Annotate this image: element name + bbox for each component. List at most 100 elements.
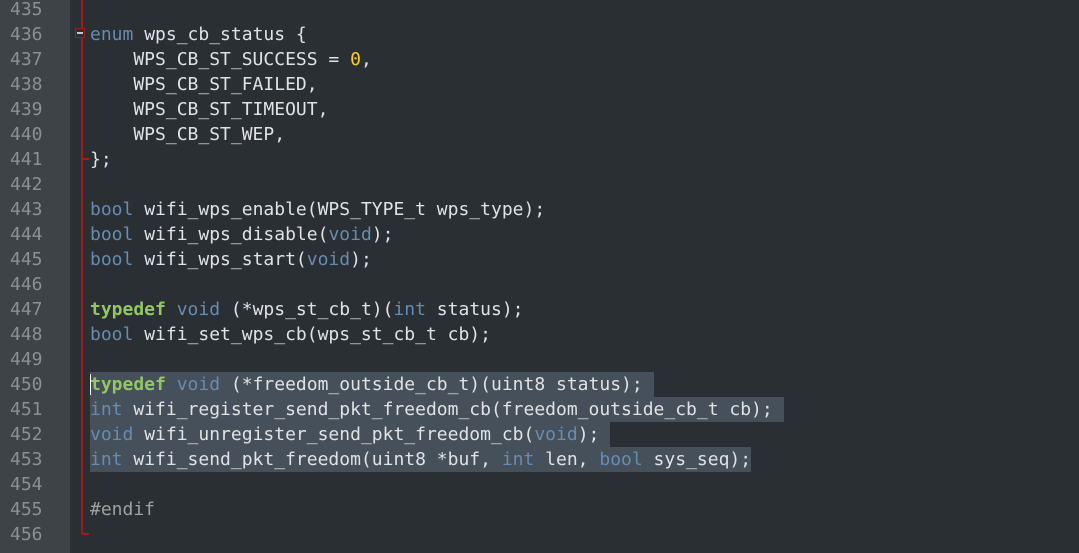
line-number: 455 (10, 499, 43, 520)
line-number: 449 (10, 349, 43, 370)
code-line[interactable]: 436 enum wps_cb_status { (0, 22, 1079, 47)
keyword-token: bool (90, 249, 134, 270)
line-number: 437 (10, 49, 43, 70)
keyword-token: bool (90, 224, 134, 245)
line-number: 438 (10, 74, 43, 95)
selected-code-text[interactable]: void wifi_unregister_send_pkt_freedom_cb… (90, 422, 611, 447)
line-number: 454 (10, 474, 43, 495)
line-number: 448 (10, 324, 43, 345)
code-token: WPS_CB_ST_SUCCESS = (90, 49, 351, 70)
code-line[interactable]: 452 void wifi_unregister_send_pkt_freedom… (0, 422, 1079, 447)
code-text[interactable]: }; (90, 147, 112, 172)
code-text[interactable]: bool wifi_wps_disable(void); (90, 222, 393, 247)
preprocessor-token: #endif (90, 499, 156, 520)
code-line[interactable]: 441}; (0, 147, 1079, 172)
code-line[interactable]: 453 int wifi_send_pkt_freedom(uint8 *buf,… (0, 447, 1079, 472)
code-line[interactable]: 456 (0, 522, 1079, 547)
keyword-token: int (393, 299, 426, 320)
code-line[interactable]: 445 bool wifi_wps_start(void); (0, 247, 1079, 272)
code-text[interactable]: bool wifi_wps_start(void); (90, 247, 372, 272)
selected-code-text[interactable]: int wifi_register_send_pkt_freedom_cb(fr… (90, 397, 784, 422)
code-line[interactable]: 451 int wifi_register_send_pkt_freedom_cb… (0, 397, 1079, 422)
code-text[interactable]: WPS_CB_ST_SUCCESS = 0, (90, 47, 372, 72)
code-editor[interactable]: 435 436 enum wps_cb_status {437 WPS_CB_ST_… (0, 0, 1079, 553)
line-number: 439 (10, 99, 43, 120)
code-text[interactable]: bool wifi_wps_enable(WPS_TYPE_t wps_type… (90, 197, 545, 222)
code-text[interactable]: enum wps_cb_status { (90, 22, 307, 47)
line-number: 446 (10, 274, 43, 295)
selected-code-text[interactable]: int wifi_send_pkt_freedom(uint8 *buf, in… (90, 447, 752, 472)
code-text[interactable]: WPS_CB_ST_FAILED, (90, 72, 318, 97)
line-number: 440 (10, 124, 43, 145)
line-number: 452 (10, 424, 43, 445)
code-token: wifi_wps_enable(WPS_TYPE_t wps_type); (133, 199, 546, 220)
code-line[interactable]: 437 WPS_CB_ST_SUCCESS = 0, (0, 47, 1079, 72)
code-token: sys_seq); (642, 449, 752, 470)
code-lines[interactable]: 435 436 enum wps_cb_status {437 WPS_CB_ST_… (0, 0, 1079, 547)
keyword-token: void (306, 249, 351, 270)
line-number: 447 (10, 299, 43, 320)
keyword-token: int (501, 449, 535, 470)
code-line[interactable]: 439 WPS_CB_ST_TIMEOUT, (0, 97, 1079, 122)
keyword-token: bool (90, 199, 134, 220)
code-token: ); (371, 224, 394, 245)
keyword-token: typedef (90, 374, 166, 395)
code-token: , (360, 49, 372, 70)
code-line[interactable]: 455 #endif (0, 497, 1079, 522)
code-token: ); (350, 249, 372, 270)
code-line[interactable]: 444 bool wifi_wps_disable(void); (0, 222, 1079, 247)
code-text[interactable]: WPS_CB_ST_TIMEOUT, (90, 97, 328, 122)
code-text[interactable]: bool wifi_set_wps_cb(wps_st_cb_t cb); (90, 322, 491, 347)
keyword-token: int (90, 399, 123, 420)
code-token: (*freedom_outside_cb_t)(uint8 status); (220, 374, 654, 395)
code-line[interactable]: 435 (0, 0, 1079, 22)
line-number: 436 (10, 24, 43, 45)
code-text[interactable]: #endif (90, 497, 155, 522)
code-token: wifi_send_pkt_freedom(uint8 *buf, (122, 449, 502, 470)
code-token: WPS_CB_ST_TIMEOUT, (90, 99, 329, 120)
code-token: WPS_CB_ST_FAILED, (90, 74, 318, 95)
keyword-token: void (176, 374, 221, 395)
code-token: wifi_wps_start( (133, 249, 307, 270)
keyword-token: typedef (90, 299, 166, 320)
code-line[interactable]: 438 WPS_CB_ST_FAILED, (0, 72, 1079, 97)
line-number: 443 (10, 199, 43, 220)
code-token: status); (425, 299, 524, 320)
line-number: 451 (10, 399, 43, 420)
code-line[interactable]: 449 (0, 347, 1079, 372)
number-token: 0 (350, 49, 361, 70)
line-number: 441 (10, 149, 43, 170)
line-number: 445 (10, 249, 43, 270)
keyword-token: bool (90, 324, 134, 345)
text-caret (90, 374, 91, 395)
code-token: wifi_set_wps_cb(wps_st_cb_t cb); (133, 324, 491, 345)
keyword-token: void (328, 224, 372, 245)
code-line[interactable]: 446 (0, 272, 1079, 297)
line-number: 442 (10, 174, 43, 195)
line-number: 450 (10, 374, 43, 395)
code-token: wifi_wps_disable( (133, 224, 329, 245)
line-number: 453 (10, 449, 43, 470)
keyword-token: void (534, 424, 578, 445)
code-token: WPS_CB_ST_WEP, (90, 124, 286, 145)
selected-code-text[interactable]: typedef void (*freedom_outside_cb_t)(uin… (90, 372, 654, 397)
keyword-token: bool (599, 449, 643, 470)
keyword-token: int (90, 449, 123, 470)
code-line[interactable]: 450 typedef void (*freedom_outside_cb_t)(… (0, 372, 1079, 397)
code-token: ); (577, 424, 611, 445)
code-token: (*wps_st_cb_t)( (220, 299, 394, 320)
code-line[interactable]: 443 bool wifi_wps_enable(WPS_TYPE_t wps_t… (0, 197, 1079, 222)
code-line[interactable]: 442 (0, 172, 1079, 197)
code-token: wifi_unregister_send_pkt_freedom_cb( (133, 424, 535, 445)
code-line[interactable]: 448 bool wifi_set_wps_cb(wps_st_cb_t cb); (0, 322, 1079, 347)
code-line[interactable]: 454 (0, 472, 1079, 497)
code-line[interactable]: 440 WPS_CB_ST_WEP, (0, 122, 1079, 147)
code-text[interactable]: typedef void (*wps_st_cb_t)(int status); (90, 297, 524, 322)
code-token: wps_cb_status { (133, 24, 307, 45)
code-line[interactable]: 447 typedef void (*wps_st_cb_t)(int statu… (0, 297, 1079, 322)
keyword-token: void (90, 424, 134, 445)
code-text[interactable]: WPS_CB_ST_WEP, (90, 122, 285, 147)
code-token: len, (534, 449, 600, 470)
